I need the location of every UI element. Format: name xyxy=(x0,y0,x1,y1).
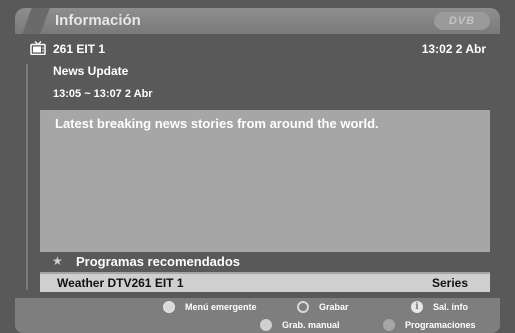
dvb-logo: DVB xyxy=(434,12,490,30)
program-description: Latest breaking news stories from around… xyxy=(55,116,379,131)
channel-name: 261 EIT 1 xyxy=(53,42,106,56)
divider-line xyxy=(26,64,28,290)
recommended-program-genre: Series xyxy=(431,276,468,290)
title-bar: Información DVB xyxy=(15,8,500,34)
exit-info-button[interactable]: i Sal. info xyxy=(411,301,468,313)
record-label: Grabar xyxy=(319,302,349,312)
window-title: Información xyxy=(55,12,141,29)
blue-button-icon xyxy=(383,319,395,331)
star-icon: ★ xyxy=(52,254,63,268)
program-time: 13:05 ~ 13:07 2 Abr xyxy=(53,88,153,100)
tv-icon xyxy=(30,41,46,55)
manual-record-button[interactable]: Grab. manual xyxy=(260,319,340,331)
popup-menu-label: Menú emergente xyxy=(185,302,257,312)
schedules-button[interactable]: Programaciones xyxy=(383,319,476,331)
recommended-header: ★ Programas recomendados xyxy=(40,252,490,272)
info-screen: Información DVB 261 EIT 1 13:02 2 Abr Ne… xyxy=(0,0,515,333)
manual-record-label: Grab. manual xyxy=(282,320,340,330)
recommended-program-row[interactable]: Weather DTV261 EIT 1 Series xyxy=(40,274,490,292)
red-button-icon xyxy=(260,319,272,331)
record-button[interactable]: Grabar xyxy=(297,301,349,313)
popup-menu-button[interactable]: Menú emergente xyxy=(163,301,257,313)
info-button-icon: i xyxy=(411,301,423,313)
footer-bar: Menú emergente Grabar i Sal. info Grab. … xyxy=(15,298,500,333)
info-panel: 261 EIT 1 13:02 2 Abr News Update 13:05 … xyxy=(15,34,500,292)
program-title: News Update xyxy=(53,64,129,78)
recommended-program-name: Weather DTV261 EIT 1 xyxy=(57,276,184,290)
green-button-icon xyxy=(163,301,175,313)
schedules-label: Programaciones xyxy=(405,320,476,330)
title-tab-decoration xyxy=(22,8,50,34)
yellow-button-icon xyxy=(297,301,309,313)
recommended-label: Programas recomendados xyxy=(76,254,241,269)
exit-info-label: Sal. info xyxy=(433,302,469,312)
channel-row: 261 EIT 1 13:02 2 Abr xyxy=(15,39,500,59)
current-time: 13:02 2 Abr xyxy=(421,42,486,56)
